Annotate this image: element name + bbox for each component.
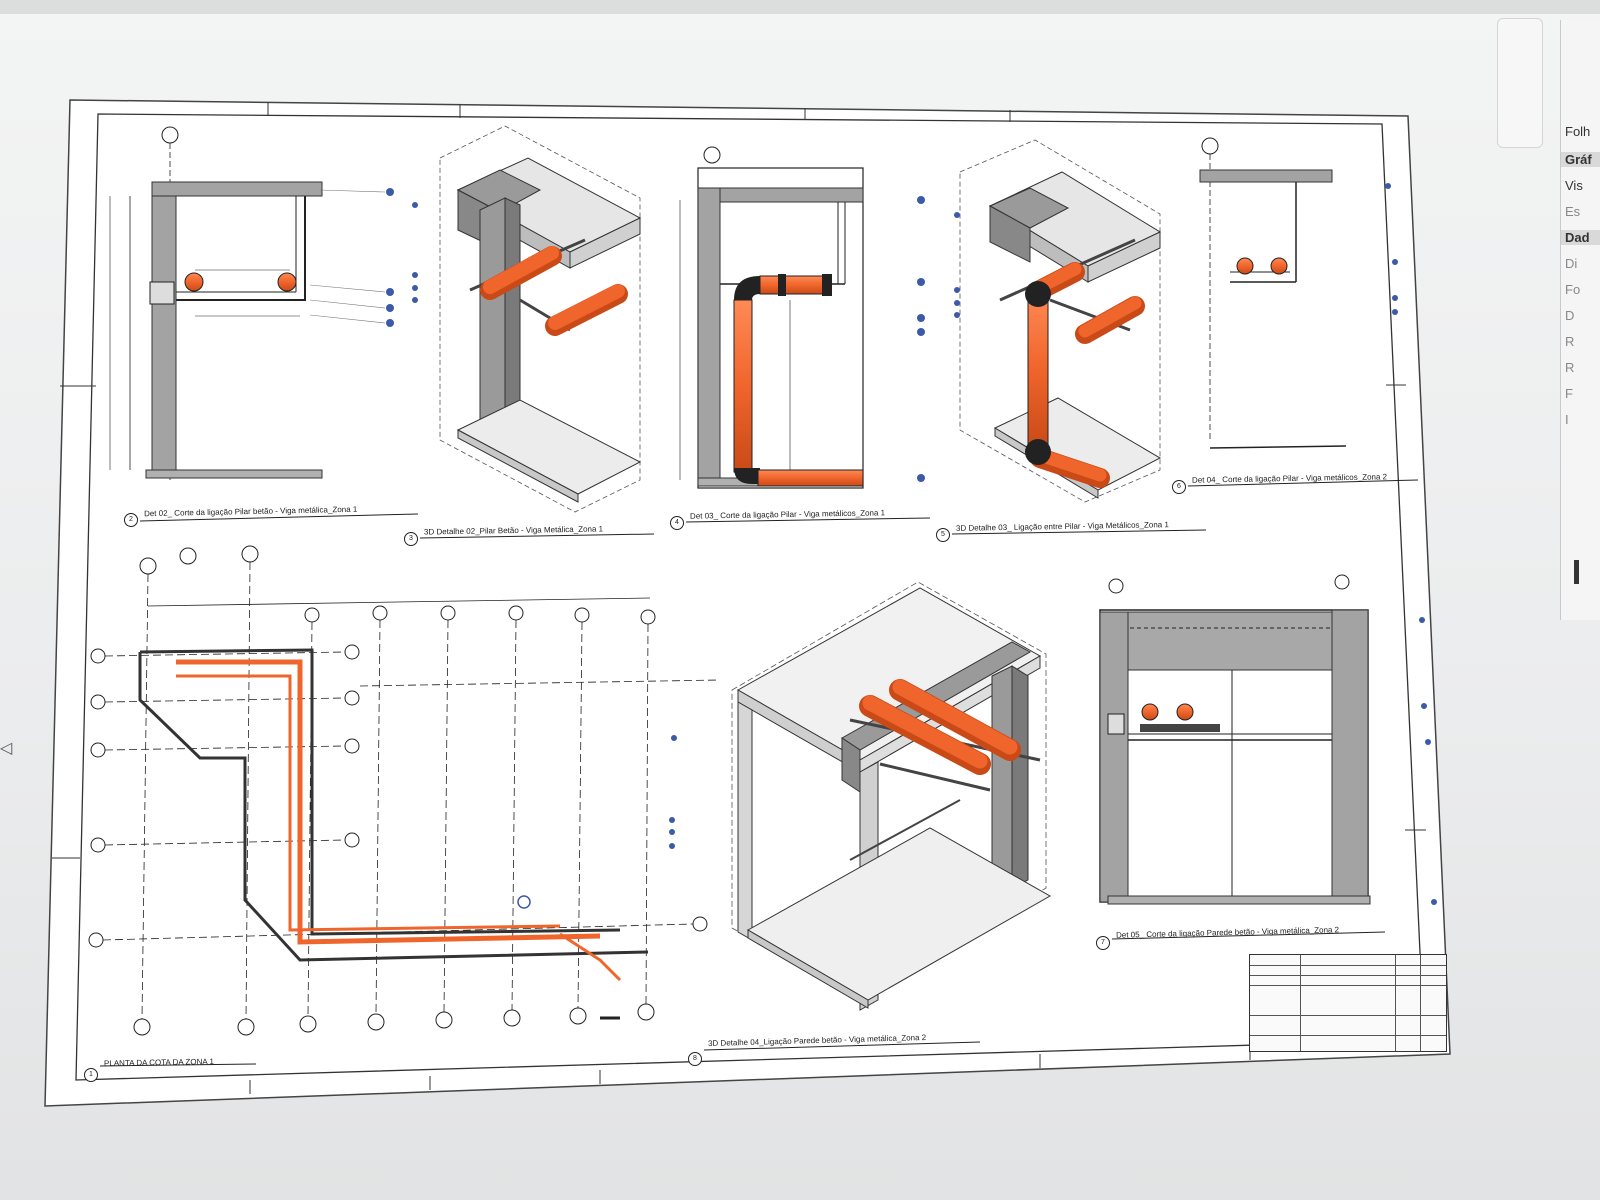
panel-item[interactable]: R — [1565, 334, 1574, 349]
sheet-paper — [44, 99, 1451, 1107]
panel-item[interactable]: D — [1565, 308, 1574, 323]
panel-item[interactable]: R — [1565, 360, 1574, 375]
title-block-rule — [1250, 1015, 1446, 1016]
title-block-rule — [1250, 965, 1446, 966]
screen: ◁ 2 Det 02_ Corte da ligação Pilar betão… — [0, 0, 1600, 1200]
pipe-section — [1270, 257, 1288, 275]
panel-item[interactable]: Folh — [1565, 124, 1590, 139]
panel-item[interactable]: I — [1565, 412, 1569, 427]
panel-item[interactable]: Vis — [1565, 178, 1583, 193]
panel-section-header[interactable]: Dad — [1561, 230, 1600, 245]
pipe-section — [1176, 703, 1194, 721]
view-number: 7 — [1096, 936, 1110, 950]
view-number: 8 — [688, 1052, 702, 1066]
pipe-section — [1141, 703, 1159, 721]
pipe-section — [277, 272, 297, 292]
title-block-rule — [1395, 955, 1396, 1051]
title-block-rule — [1250, 985, 1446, 986]
panel-item[interactable]: Es — [1565, 204, 1580, 219]
properties-panel[interactable]: Folh Gráf Vis Es Dad Di Fo D R R F I — [1560, 20, 1600, 620]
view-number: 5 — [936, 528, 950, 542]
navigation-bar[interactable] — [1497, 18, 1543, 148]
title-block-rule — [1250, 1035, 1446, 1036]
panel-item[interactable]: Fo — [1565, 282, 1580, 297]
pipe-section — [1236, 257, 1254, 275]
title-block-rule — [1300, 955, 1301, 1051]
title-block[interactable] — [1249, 954, 1447, 1052]
title-block-rule — [1250, 975, 1446, 976]
panel-section-header[interactable]: Gráf — [1561, 152, 1600, 167]
view-number: 4 — [670, 516, 684, 530]
view-number: 2 — [124, 513, 138, 527]
scrollbar-thumb[interactable] — [1574, 560, 1579, 584]
panel-item[interactable]: F — [1565, 386, 1573, 401]
panel-item[interactable]: Di — [1565, 256, 1577, 271]
view-number: 3 — [404, 532, 418, 546]
view-title: PLANTA DA COTA DA ZONA 1 — [103, 1057, 215, 1068]
title-block-rule — [1420, 955, 1421, 1051]
view-number: 6 — [1172, 480, 1186, 494]
view-number: 1 — [84, 1068, 98, 1082]
pipe-section — [184, 272, 204, 292]
